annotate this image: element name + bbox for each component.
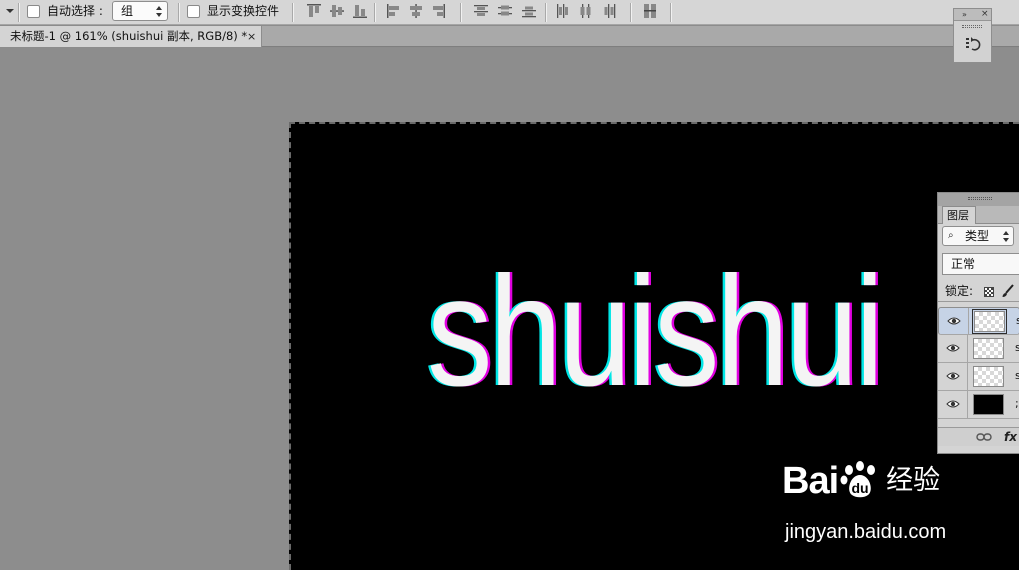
layer-thumbnail — [972, 309, 1007, 334]
show-transform-label: 显示变换控件 — [207, 4, 280, 18]
layer-name[interactable]: ; — [1015, 396, 1019, 412]
panel-drag-bar[interactable] — [938, 193, 1019, 206]
updown-arrows-icon — [156, 6, 162, 17]
options-bar: 自动选择 : 组 显示变换控件 — [0, 0, 1019, 25]
distribute-bottom-edges-icon[interactable] — [520, 2, 538, 20]
layers-panel-footer: fx — [938, 427, 1019, 446]
separator — [460, 3, 461, 22]
align-vertical-centers-icon[interactable] — [328, 2, 346, 20]
paw-icon: du — [840, 461, 876, 498]
visibility-toggle[interactable] — [939, 308, 969, 335]
history-panel-collapsed: » × — [953, 8, 992, 63]
layer-filter-dropdown[interactable]: ⌕ 类型 — [942, 226, 1014, 246]
expand-panel-icon[interactable]: » — [962, 9, 967, 20]
lock-image-pixels-icon[interactable] — [1001, 284, 1015, 301]
layer-name[interactable]: s — [1015, 340, 1019, 356]
link-layers-icon[interactable] — [976, 431, 992, 445]
layer-thumbnail — [973, 338, 1004, 359]
document-tab-bar: 未标题-1 @ 161% (shuishui 副本, RGB/8) * × — [0, 26, 1019, 47]
close-panel-icon[interactable]: × — [981, 9, 989, 20]
distribute-right-edges-icon[interactable] — [600, 2, 618, 20]
lock-label: 锁定: — [945, 284, 974, 298]
layer-thumbnail — [973, 394, 1004, 415]
layers-panel: 图层 ⌕ 类型 正常 锁定: s s s ; fx — [937, 192, 1019, 454]
show-transform-checkbox[interactable] — [187, 5, 200, 18]
eye-icon — [946, 344, 960, 352]
eye-icon — [946, 400, 960, 408]
layer-row[interactable]: ; — [938, 391, 1019, 419]
separator — [374, 3, 375, 22]
distribute-left-edges-icon[interactable] — [554, 2, 572, 20]
separator — [545, 3, 546, 22]
document-tab-title: 未标题-1 @ 161% (shuishui 副本, RGB/8) * — [10, 29, 248, 43]
tab-layers[interactable]: 图层 — [942, 206, 976, 224]
visibility-toggle[interactable] — [938, 391, 968, 418]
separator — [670, 3, 671, 22]
align-bottom-edges-icon[interactable] — [351, 2, 369, 20]
align-right-edges-icon[interactable] — [430, 2, 448, 20]
document-tab[interactable]: 未标题-1 @ 161% (shuishui 副本, RGB/8) * × — [0, 26, 262, 47]
separator — [18, 3, 19, 22]
tool-preset-dropdown-icon[interactable] — [6, 9, 14, 13]
baidu-logo: Bai du 经验 — [782, 458, 940, 503]
layer-thumbnail — [973, 366, 1004, 387]
layer-row[interactable]: s — [938, 335, 1019, 363]
visibility-toggle[interactable] — [938, 335, 968, 362]
align-horizontal-centers-icon[interactable] — [407, 2, 425, 20]
separator — [292, 3, 293, 22]
separator — [178, 3, 179, 22]
distribute-horizontal-centers-icon[interactable] — [577, 2, 595, 20]
blend-mode-dropdown[interactable]: 正常 — [942, 253, 1019, 275]
watermark-url: jingyan.baidu.com — [785, 521, 947, 543]
logo-text-left: Bai — [782, 460, 839, 502]
tab-close-icon[interactable]: × — [247, 28, 256, 45]
auto-align-layers-icon[interactable] — [641, 2, 659, 20]
updown-arrows-icon — [1003, 231, 1009, 242]
layers-panel-tabs: 图层 — [938, 206, 1019, 224]
baidu-jingyan-watermark: Bai du 经验 jingyan.baidu.com — [782, 458, 982, 558]
layer-style-fx-icon[interactable]: fx — [1004, 429, 1017, 445]
history-icon[interactable] — [965, 36, 981, 55]
panel-grip[interactable] — [962, 25, 982, 28]
layer-row[interactable]: s — [938, 363, 1019, 391]
lock-row: 锁定: — [938, 282, 1019, 302]
lock-transparent-pixels-icon[interactable] — [984, 287, 994, 297]
auto-select-checkbox[interactable] — [27, 5, 40, 18]
tab-layers-label: 图层 — [947, 209, 969, 222]
auto-select-value: 组 — [121, 4, 134, 18]
eye-icon — [946, 372, 960, 380]
logo-text-right: 经验 — [886, 465, 941, 495]
blend-mode-value: 正常 — [951, 257, 976, 271]
visibility-toggle[interactable] — [938, 363, 968, 390]
canvas-text: shuishui — [427, 245, 884, 419]
search-icon: ⌕ — [948, 230, 954, 241]
align-top-edges-icon[interactable] — [305, 2, 323, 20]
auto-select-dropdown[interactable]: 组 — [112, 1, 168, 21]
svg-text:du: du — [852, 480, 869, 496]
auto-select-label: 自动选择 : — [47, 4, 103, 18]
layer-row[interactable]: s — [938, 307, 1019, 335]
layer-filter-value: 类型 — [965, 229, 990, 243]
panel-header: » × — [954, 9, 991, 21]
separator — [630, 3, 631, 22]
distribute-top-edges-icon[interactable] — [472, 2, 490, 20]
align-left-edges-icon[interactable] — [384, 2, 402, 20]
layer-name[interactable]: s — [1015, 368, 1019, 384]
eye-icon — [947, 317, 961, 325]
distribute-vertical-centers-icon[interactable] — [496, 2, 514, 20]
